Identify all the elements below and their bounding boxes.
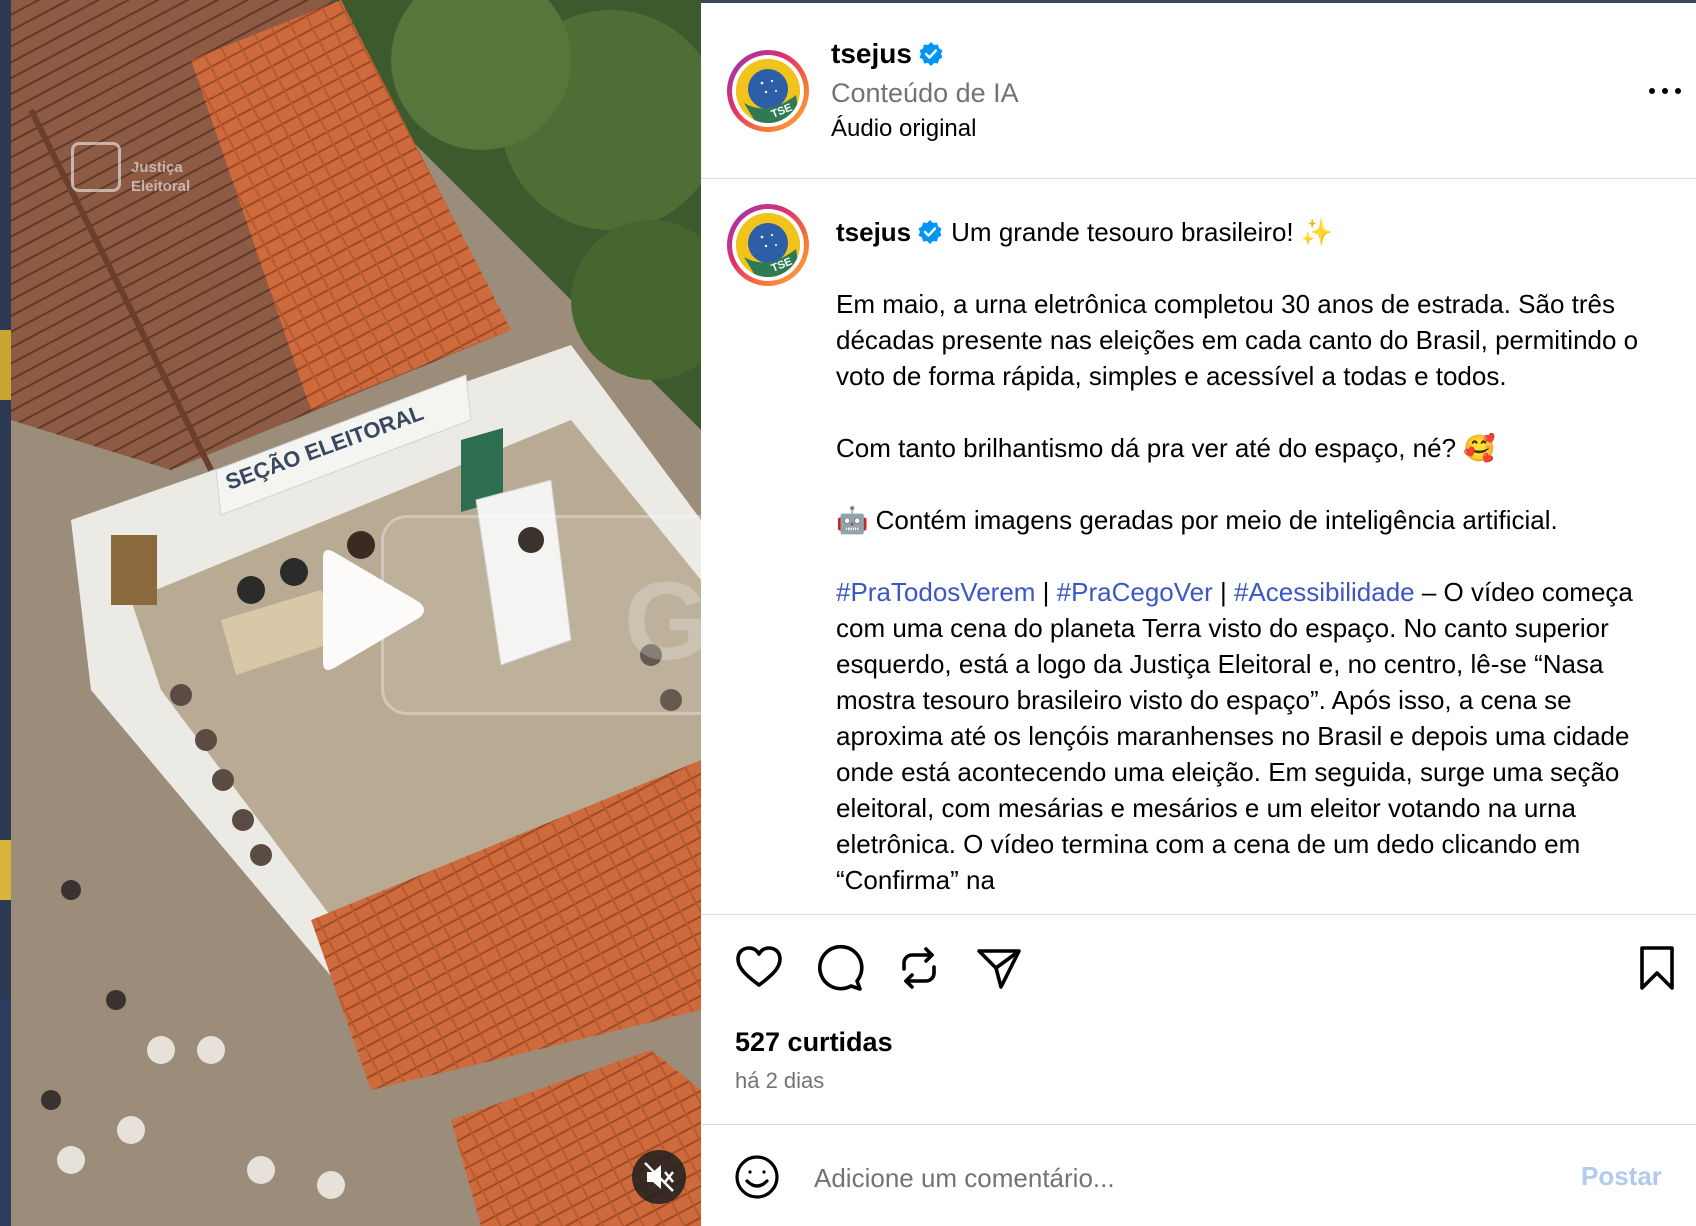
avatar[interactable]: TSE bbox=[727, 50, 809, 132]
likes-count[interactable]: 527 curtidas bbox=[735, 1027, 893, 1058]
bookmark-icon[interactable] bbox=[1632, 943, 1682, 993]
hashtag-link[interactable]: #PraCegoVer bbox=[1057, 577, 1213, 607]
share-icon[interactable] bbox=[974, 943, 1024, 993]
play-icon[interactable] bbox=[301, 540, 431, 680]
heart-icon[interactable] bbox=[734, 943, 784, 993]
post-comment-button[interactable]: Postar bbox=[1581, 1161, 1662, 1192]
emoji-icon[interactable] bbox=[734, 1154, 780, 1200]
justica-eleitoral-logo: Justiça Eleitoral bbox=[71, 140, 211, 200]
caption-paragraph: Em maio, a urna eletrônica completou 30 … bbox=[836, 289, 1639, 391]
post-timestamp[interactable]: há 2 dias bbox=[735, 1068, 824, 1094]
caption-headline: Um grande tesouro brasileiro! ✨ bbox=[951, 217, 1334, 247]
verified-badge-icon bbox=[918, 220, 942, 244]
caption-scroll-area[interactable]: TSE tsejus Um grande tesouro brasileiro!… bbox=[701, 182, 1696, 914]
background-window-edge bbox=[0, 0, 11, 1226]
hashtag-link[interactable]: #PraTodosVerem bbox=[836, 577, 1035, 607]
author-username[interactable]: tsejus bbox=[831, 38, 944, 70]
ai-content-label[interactable]: Conteúdo de IA bbox=[831, 78, 1019, 109]
video-description: – O vídeo começa com uma cena do planeta… bbox=[836, 577, 1633, 895]
caption-paragraph: Com tanto brilhantismo dá pra ver até do… bbox=[836, 433, 1496, 463]
verified-badge-icon bbox=[919, 42, 943, 66]
post-detail-panel: TSE tsejus Conteúdo de IA Áudio original bbox=[701, 0, 1696, 1226]
speaker-muted-icon[interactable] bbox=[632, 1150, 686, 1204]
comment-icon[interactable] bbox=[814, 943, 864, 993]
caption-paragraph: 🤖 Contém imagens geradas por meio de int… bbox=[836, 505, 1558, 535]
caption-avatar[interactable]: TSE bbox=[727, 204, 809, 286]
comment-bar: Postar bbox=[701, 1124, 1696, 1226]
reel-video[interactable]: SEÇÃO ELEITORAL Justiça Eleitoral G bbox=[11, 0, 701, 1226]
divider bbox=[701, 178, 1696, 179]
comment-input[interactable] bbox=[814, 1158, 1514, 1198]
more-options-icon[interactable] bbox=[1645, 76, 1685, 106]
original-audio-link[interactable]: Áudio original bbox=[831, 115, 976, 143]
accessibility-description: #PraTodosVerem | #PraCegoVer | #Acessibi… bbox=[836, 577, 1633, 895]
repost-icon[interactable] bbox=[894, 943, 944, 993]
caption-username[interactable]: tsejus bbox=[836, 217, 911, 247]
post-caption: tsejus Um grande tesouro brasileiro! ✨ E… bbox=[836, 214, 1676, 898]
hashtag-link[interactable]: #Acessibilidade bbox=[1234, 577, 1415, 607]
top-border bbox=[701, 0, 1696, 3]
post-actions: 527 curtidas há 2 dias bbox=[701, 915, 1696, 1115]
